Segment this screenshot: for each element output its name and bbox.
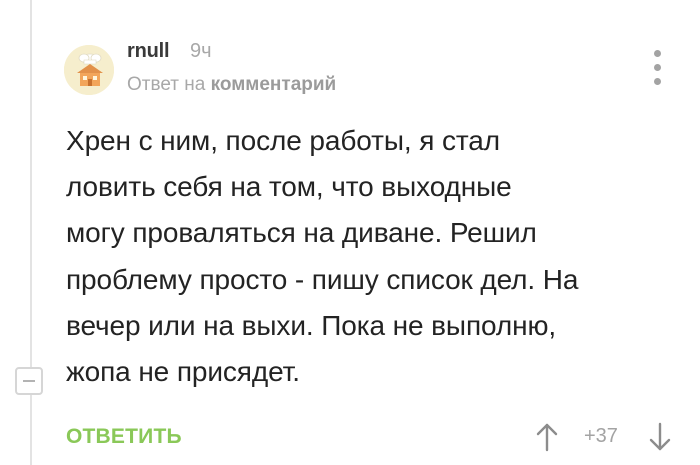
more-dot [654,64,661,71]
avatar[interactable] [64,45,114,95]
minus-icon [23,380,35,382]
more-options-icon[interactable] [651,50,665,88]
comment-text: Хрен с ним, после работы, я стал ловить … [66,125,579,388]
more-dot [654,50,661,57]
author-name[interactable]: rnull [127,40,170,63]
reply-to-prefix: Ответ на [127,74,206,95]
downvote-arrow-icon[interactable] [648,422,672,452]
collapse-thread-button[interactable] [15,367,43,395]
more-dot [654,78,661,85]
reply-to-link[interactable]: комментарий [211,74,337,95]
reply-button[interactable]: ОТВЕТИТЬ [66,425,182,449]
comment-rating: +37 [584,425,618,447]
house-icon [64,45,114,95]
reply-to-info: Ответ на комментарий [127,74,336,96]
thread-line [30,0,32,465]
comment-time: 9ч [190,40,212,62]
upvote-arrow-icon[interactable] [535,422,559,452]
